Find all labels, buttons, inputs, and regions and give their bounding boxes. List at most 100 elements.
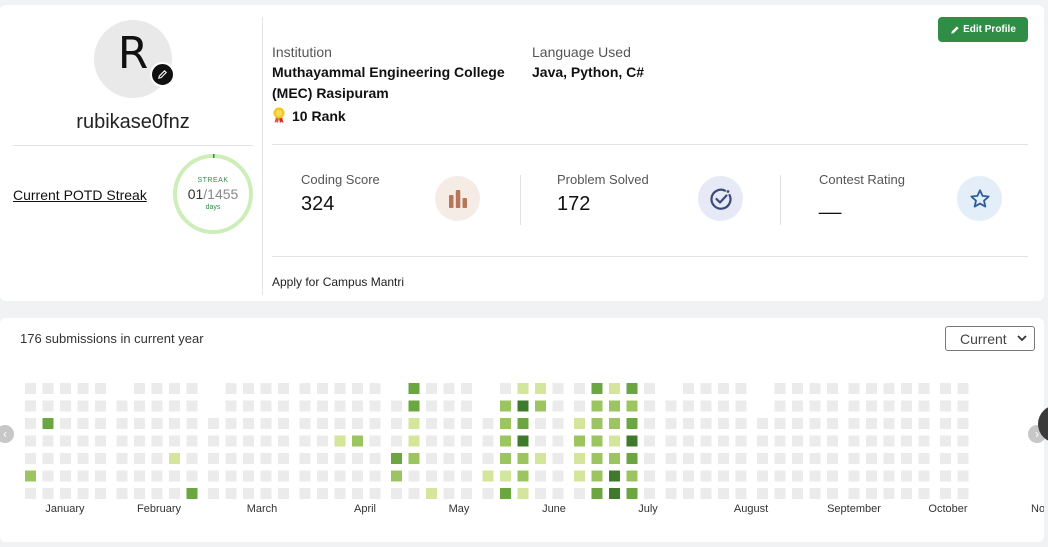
heatmap-cell[interactable] [299,400,311,412]
heatmap-cell[interactable] [535,470,546,482]
heatmap-cell[interactable] [940,435,951,447]
heatmap-cell[interactable] [352,453,363,464]
heatmap-cell[interactable] [116,400,128,412]
heatmap-cell[interactable] [552,400,564,412]
heatmap-cell[interactable] [940,453,951,464]
heatmap-cell[interactable] [700,435,712,447]
campus-mantri-link[interactable]: Apply for Campus Mantri [272,275,404,289]
heatmap-cell[interactable] [574,488,585,499]
heatmap-cell[interactable] [278,453,289,464]
heatmap-cell[interactable] [151,418,163,429]
heatmap-cell[interactable] [774,470,786,482]
heatmap-cell[interactable] [426,418,437,429]
heatmap-cell[interactable] [186,488,198,499]
heatmap-cell[interactable] [517,470,529,482]
heatmap-cell[interactable] [957,453,969,464]
edit-profile-button[interactable]: Edit Profile [938,17,1028,42]
heatmap-cell[interactable] [957,470,969,482]
heatmap-cell[interactable] [278,418,289,429]
heatmap-cell[interactable] [827,418,838,429]
heatmap-cell[interactable] [299,383,311,394]
heatmap-cell[interactable] [718,470,729,482]
heatmap-cell[interactable] [644,470,655,482]
heatmap-cell[interactable] [809,418,821,429]
heatmap-cell[interactable] [369,453,381,464]
heatmap-cell[interactable] [25,470,36,482]
heatmap-cell[interactable] [169,453,180,464]
heatmap-cell[interactable] [169,418,180,429]
heatmap-cell[interactable] [134,453,145,464]
heatmap-cell[interactable] [95,400,106,412]
heatmap-cell[interactable] [644,418,655,429]
heatmap-cell[interactable] [809,400,821,412]
heatmap-cell[interactable] [918,470,930,482]
heatmap-cell[interactable] [225,435,237,447]
heatmap-cell[interactable] [352,418,363,429]
heatmap-cell[interactable] [60,435,71,447]
heatmap-cell[interactable] [718,435,729,447]
heatmap-cell[interactable] [809,488,821,499]
heatmap-cell[interactable] [735,488,747,499]
heatmap-cell[interactable] [517,400,529,412]
heatmap-cell[interactable] [757,470,768,482]
heatmap-cell[interactable] [116,435,128,447]
heatmap-cell[interactable] [792,488,803,499]
heatmap-cell[interactable] [866,488,877,499]
heatmap-cell[interactable] [186,400,198,412]
heatmap-cell[interactable] [299,418,311,429]
heatmap-cell[interactable] [278,400,289,412]
heatmap-cell[interactable] [866,418,877,429]
heatmap-cell[interactable] [116,470,128,482]
heatmap-cell[interactable] [591,400,603,412]
heatmap-cell[interactable] [369,470,381,482]
heatmap-cell[interactable] [225,488,237,499]
heatmap-cell[interactable] [60,453,71,464]
heatmap-cell[interactable] [95,488,106,499]
heatmap-cell[interactable] [700,400,712,412]
heatmap-cell[interactable] [169,435,180,447]
heatmap-cell[interactable] [443,400,455,412]
heatmap-cell[interactable] [500,400,511,412]
heatmap-cell[interactable] [574,383,585,394]
heatmap-cell[interactable] [260,488,272,499]
heatmap-cell[interactable] [243,400,254,412]
heatmap-cell[interactable] [848,418,860,429]
heatmap-cell[interactable] [792,470,803,482]
heatmap-cell[interactable] [535,418,546,429]
heatmap-cell[interactable] [151,470,163,482]
heatmap-cell[interactable] [757,453,768,464]
heatmap-cell[interactable] [700,383,712,394]
heatmap-cell[interactable] [552,435,564,447]
heatmap-cell[interactable] [517,435,529,447]
heatmap-cell[interactable] [700,418,712,429]
heatmap-cell[interactable] [369,435,381,447]
heatmap-cell[interactable] [883,453,895,464]
potd-streak-link[interactable]: Current POTD Streak [13,187,147,203]
heatmap-cell[interactable] [60,470,71,482]
heatmap-cell[interactable] [391,488,402,499]
heatmap-cell[interactable] [517,418,529,429]
heatmap-cell[interactable] [77,400,89,412]
heatmap-cell[interactable] [574,400,585,412]
heatmap-cell[interactable] [957,383,969,394]
heatmap-cell[interactable] [957,418,969,429]
heatmap-cell[interactable] [827,383,838,394]
heatmap-cell[interactable] [883,435,895,447]
heatmap-cell[interactable] [482,488,494,499]
heatmap-cell[interactable] [500,418,511,429]
heatmap-cell[interactable] [134,400,145,412]
heatmap-cell[interactable] [848,453,860,464]
heatmap-cell[interactable] [591,453,603,464]
heatmap-cell[interactable] [552,470,564,482]
heatmap-cell[interactable] [591,470,603,482]
heatmap-cell[interactable] [151,435,163,447]
heatmap-cell[interactable] [574,435,585,447]
heatmap-cell[interactable] [848,470,860,482]
heatmap-cell[interactable] [408,453,420,464]
heatmap-cell[interactable] [866,435,877,447]
heatmap-cell[interactable] [535,488,546,499]
heatmap-cell[interactable] [334,383,346,394]
heatmap-cell[interactable] [848,400,860,412]
heatmap-cell[interactable] [95,418,106,429]
heatmap-cell[interactable] [77,418,89,429]
